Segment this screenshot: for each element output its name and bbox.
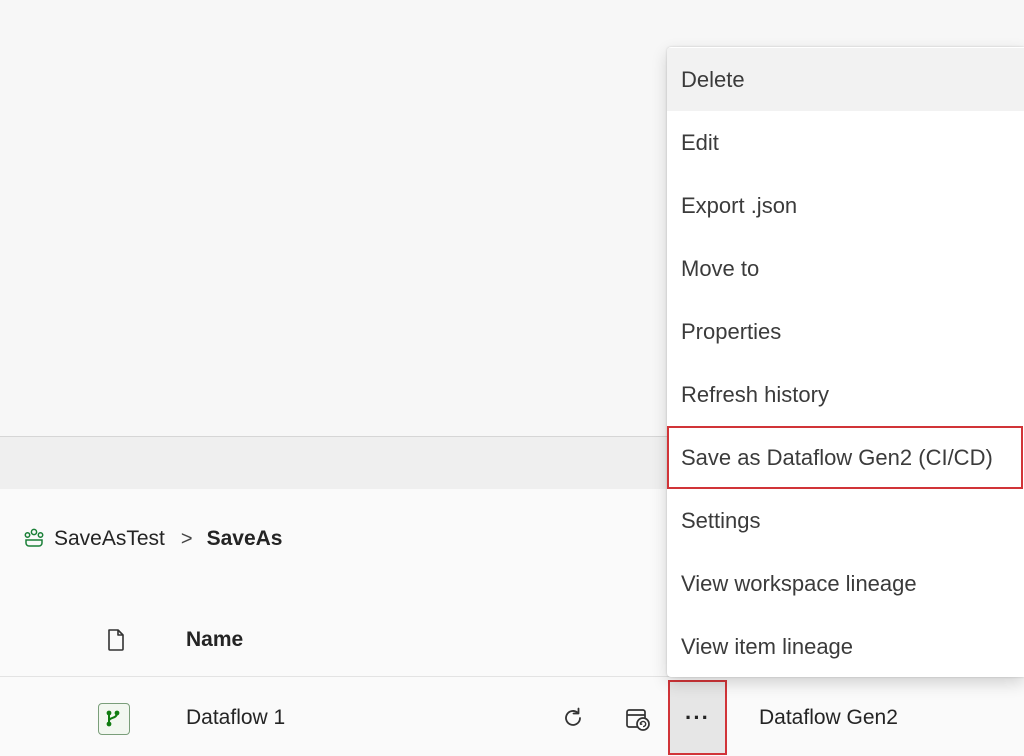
menu-item-export-json[interactable]: Export .json: [667, 174, 1024, 237]
breadcrumb-current[interactable]: SaveAs: [207, 527, 283, 551]
item-type: Dataflow Gen2: [759, 706, 898, 729]
more-options-icon: ···: [685, 704, 710, 730]
menu-item-edit[interactable]: Edit: [667, 111, 1024, 174]
schedule-icon[interactable]: [624, 705, 652, 733]
menu-item-delete[interactable]: Delete: [667, 48, 1024, 111]
breadcrumb-separator: >: [180, 527, 193, 550]
menu-item-view-workspace-lineage[interactable]: View workspace lineage: [667, 552, 1024, 615]
table-row[interactable]: Dataflow 1 ··· Dataflow Gen2: [0, 677, 1024, 756]
menu-item-refresh-history[interactable]: Refresh history: [667, 363, 1024, 426]
menu-item-save-as-dataflow-gen2[interactable]: Save as Dataflow Gen2 (CI/CD): [667, 426, 1023, 489]
column-header-name[interactable]: Name: [186, 628, 243, 652]
more-options-button[interactable]: ···: [668, 680, 727, 755]
breadcrumb-workspace[interactable]: SaveAsTest: [54, 527, 165, 551]
menu-item-move-to[interactable]: Move to: [667, 237, 1024, 300]
document-icon: [106, 628, 126, 652]
workspace-icon: [22, 527, 46, 551]
dataflow-icon: [98, 703, 130, 735]
menu-item-properties[interactable]: Properties: [667, 300, 1024, 363]
menu-item-settings[interactable]: Settings: [667, 489, 1024, 552]
breadcrumb: SaveAsTest > SaveAs: [22, 522, 282, 556]
refresh-icon[interactable]: [560, 705, 586, 731]
context-menu: Delete Edit Export .json Move to Propert…: [667, 47, 1024, 677]
menu-item-view-item-lineage[interactable]: View item lineage: [667, 615, 1024, 677]
item-name[interactable]: Dataflow 1: [186, 706, 285, 730]
